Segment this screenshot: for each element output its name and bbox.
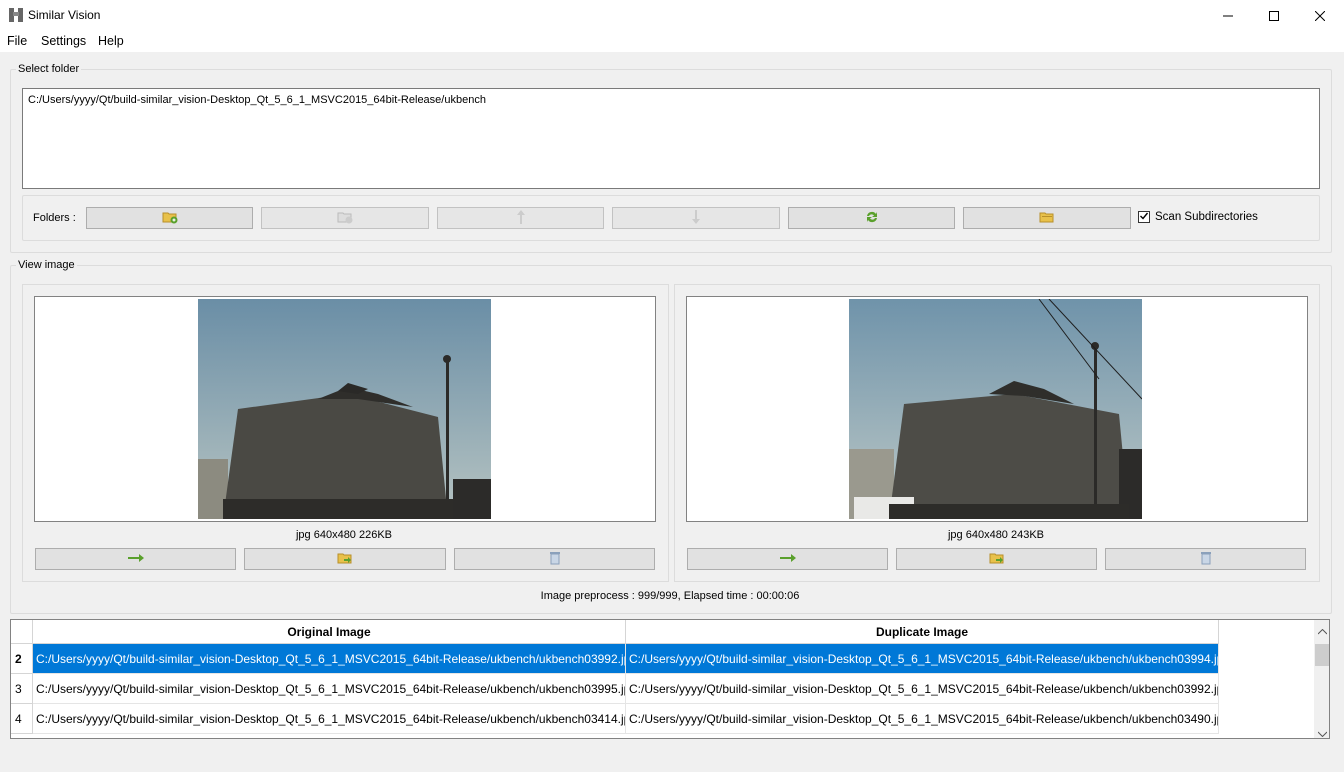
open-folder-button[interactable] bbox=[963, 207, 1131, 229]
row-header[interactable]: 2 bbox=[11, 644, 33, 674]
select-folder-title: Select folder bbox=[16, 63, 82, 75]
left-delete-button[interactable] bbox=[454, 548, 655, 570]
menu-file[interactable]: File bbox=[7, 34, 27, 48]
scroll-down-icon[interactable] bbox=[1317, 726, 1328, 738]
left-image-caption: jpg 640x480 226KB bbox=[295, 529, 393, 541]
table-cell-original[interactable]: C:/Users/yyyy/Qt/build-similar_vision-De… bbox=[33, 674, 626, 704]
right-image bbox=[849, 299, 1142, 519]
table-cell-duplicate[interactable]: C:/Users/yyyy/Qt/build-similar_vision-De… bbox=[626, 674, 1219, 704]
column-header-original[interactable]: Original Image bbox=[33, 620, 626, 644]
left-move-button[interactable] bbox=[244, 548, 446, 570]
maximize-button[interactable] bbox=[1251, 0, 1297, 31]
corner-header bbox=[11, 620, 33, 644]
table-cell-duplicate[interactable]: C:/Users/yyyy/Qt/build-similar_vision-De… bbox=[626, 704, 1219, 734]
left-image-frame bbox=[34, 296, 656, 522]
status-text: Image preprocess : 999/999, Elapsed time… bbox=[540, 590, 800, 602]
move-to-folder-icon bbox=[337, 551, 353, 568]
minimize-button[interactable] bbox=[1205, 0, 1251, 31]
table-cell-original[interactable]: C:/Users/yyyy/Qt/build-similar_vision-De… bbox=[33, 644, 626, 674]
scan-subdirectories-checkbox[interactable] bbox=[1138, 211, 1150, 223]
arrow-right-icon bbox=[779, 552, 796, 566]
left-keep-button[interactable] bbox=[35, 548, 236, 570]
delete-icon bbox=[549, 551, 561, 568]
title-bar: Similar Vision bbox=[0, 0, 1344, 31]
column-header-duplicate[interactable]: Duplicate Image bbox=[626, 620, 1219, 644]
folder-path-list[interactable]: C:/Users/yyyy/Qt/build-similar_vision-De… bbox=[22, 88, 1320, 189]
menu-settings[interactable]: Settings bbox=[41, 34, 86, 48]
menu-help[interactable]: Help bbox=[98, 34, 124, 48]
table-cell-original[interactable]: C:/Users/yyyy/Qt/build-similar_vision-De… bbox=[33, 704, 626, 734]
row-header[interactable]: 4 bbox=[11, 704, 33, 734]
move-up-button[interactable] bbox=[437, 207, 604, 229]
remove-folder-icon bbox=[337, 210, 353, 227]
left-image bbox=[198, 299, 491, 519]
close-button[interactable] bbox=[1297, 0, 1343, 31]
move-down-icon bbox=[691, 209, 701, 228]
right-delete-button[interactable] bbox=[1105, 548, 1306, 570]
row-header[interactable]: 3 bbox=[11, 674, 33, 704]
delete-icon bbox=[1200, 551, 1212, 568]
window-title: Similar Vision bbox=[28, 8, 101, 22]
scroll-up-icon[interactable] bbox=[1317, 624, 1328, 638]
scrollbar-thumb[interactable] bbox=[1315, 644, 1329, 666]
vertical-scrollbar[interactable] bbox=[1314, 620, 1329, 738]
right-move-button[interactable] bbox=[896, 548, 1097, 570]
move-to-folder-icon bbox=[989, 551, 1005, 568]
results-table[interactable]: Original Image Duplicate Image 2 C:/User… bbox=[10, 619, 1330, 739]
move-down-button[interactable] bbox=[612, 207, 780, 229]
add-folder-icon bbox=[162, 210, 178, 227]
add-folder-button[interactable] bbox=[86, 207, 253, 229]
right-image-frame bbox=[686, 296, 1308, 522]
refresh-button[interactable] bbox=[788, 207, 955, 229]
arrow-right-icon bbox=[127, 552, 144, 566]
right-image-caption: jpg 640x480 243KB bbox=[947, 529, 1045, 541]
remove-folder-button[interactable] bbox=[261, 207, 429, 229]
binoculars-icon bbox=[8, 6, 24, 24]
scan-subdirectories-label[interactable]: Scan Subdirectories bbox=[1155, 211, 1258, 223]
table-cell-duplicate[interactable]: C:/Users/yyyy/Qt/build-similar_vision-De… bbox=[626, 644, 1219, 674]
folders-label: Folders : bbox=[33, 212, 76, 224]
folder-path-item[interactable]: C:/Users/yyyy/Qt/build-similar_vision-De… bbox=[28, 94, 486, 106]
menu-bar: File Settings Help bbox=[0, 31, 1344, 52]
right-keep-button[interactable] bbox=[687, 548, 888, 570]
checkmark-icon bbox=[1139, 210, 1149, 224]
view-image-title: View image bbox=[16, 259, 77, 271]
open-folder-icon bbox=[1039, 210, 1055, 227]
refresh-icon bbox=[864, 209, 880, 228]
move-up-icon bbox=[516, 209, 526, 228]
